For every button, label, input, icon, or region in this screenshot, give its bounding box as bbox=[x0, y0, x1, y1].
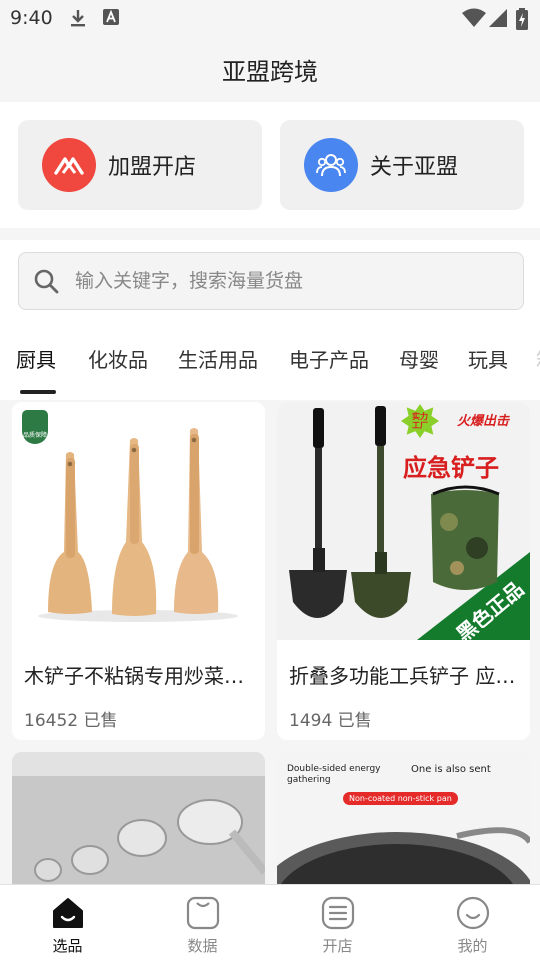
tab-kitchenware[interactable]: 厨具 bbox=[16, 344, 56, 373]
title-bar: 亚盟跨境 bbox=[0, 36, 540, 102]
product-card[interactable]: 实力工厂 火爆出击 应急铲子 黑色正品 折叠多功能工兵铲子 应急铲子 1494 … bbox=[277, 402, 530, 740]
status-time: 9:40 bbox=[10, 7, 53, 29]
product-card[interactable]: 品质保障 木铲子不粘锅专用炒菜木铲 16452 已售 bbox=[12, 402, 265, 740]
search-input[interactable] bbox=[75, 270, 495, 292]
nav-select-products[interactable]: 选品 bbox=[0, 885, 135, 960]
about-label: 关于亚盟 bbox=[370, 155, 459, 180]
emergency-shovel-text: 应急铲子 bbox=[403, 454, 499, 482]
tab-electronics[interactable]: 电子产品 bbox=[289, 344, 369, 373]
join-store-label: 加盟开店 bbox=[108, 155, 197, 180]
smile-icon bbox=[456, 896, 489, 930]
category-tabs: 厨具 化妆品 生活用品 电子产品 母婴 玩具 箱 bbox=[0, 336, 540, 398]
pan-extra-text: One is also sent bbox=[411, 764, 491, 775]
nav-me[interactable]: 我的 bbox=[405, 885, 540, 960]
product-image bbox=[12, 752, 265, 884]
quality-badge-text: 品质保障 bbox=[22, 432, 47, 439]
bag-icon bbox=[186, 896, 219, 930]
active-tab-indicator bbox=[20, 390, 56, 394]
nav-label: 开店 bbox=[322, 937, 353, 955]
nav-data[interactable]: 数据 bbox=[135, 885, 270, 960]
product-sold-count: 16452 已售 bbox=[24, 711, 118, 731]
list-icon bbox=[321, 896, 354, 930]
status-bar: 9:40 bbox=[0, 0, 540, 36]
nav-label: 我的 bbox=[457, 937, 488, 955]
tab-baby[interactable]: 母婴 bbox=[399, 344, 439, 373]
product-sold-count: 1494 已售 bbox=[289, 711, 372, 731]
pan-feature-text: Double-sided energy gathering bbox=[287, 764, 381, 785]
search-and-tabs: 厨具 化妆品 生活用品 电子产品 母婴 玩具 箱 bbox=[0, 240, 540, 400]
page-title: 亚盟跨境 bbox=[222, 57, 318, 86]
pan-coating-pill: Non-coated non-stick pan bbox=[343, 792, 458, 805]
hot-sale-text: 火爆出击 bbox=[457, 414, 510, 429]
home-icon bbox=[52, 898, 83, 928]
product-name: 折叠多功能工兵铲子 应急铲子 bbox=[289, 664, 517, 688]
product-image: Double-sided energy gathering One is als… bbox=[277, 752, 530, 884]
product-image: 实力工厂 火爆出击 应急铲子 黑色正品 bbox=[277, 402, 530, 640]
search-icon bbox=[34, 269, 59, 294]
about-button[interactable]: 关于亚盟 bbox=[280, 120, 524, 210]
tab-cosmetics[interactable]: 化妆品 bbox=[88, 344, 148, 373]
tab-more-cutoff[interactable]: 箱 bbox=[536, 344, 540, 373]
product-card[interactable] bbox=[12, 752, 265, 884]
product-grid: 品质保障 木铲子不粘锅专用炒菜木铲 16452 已售 实力工厂 火爆出击 应急铲… bbox=[0, 400, 540, 884]
product-name: 木铲子不粘锅专用炒菜木铲 bbox=[24, 664, 252, 688]
mountain-logo-icon bbox=[42, 138, 96, 192]
group-icon bbox=[304, 138, 358, 192]
tab-toys[interactable]: 玩具 bbox=[468, 344, 508, 373]
quick-actions: 加盟开店 关于亚盟 bbox=[0, 102, 540, 228]
tab-daily-goods[interactable]: 生活用品 bbox=[178, 344, 258, 373]
nav-label: 选品 bbox=[52, 937, 83, 955]
wifi-icon bbox=[462, 8, 486, 27]
signal-icon bbox=[489, 9, 507, 27]
bottom-nav: 选品 数据 开店 我的 bbox=[0, 884, 540, 960]
search-bar[interactable] bbox=[18, 252, 524, 310]
join-store-button[interactable]: 加盟开店 bbox=[18, 120, 262, 210]
nav-open-store[interactable]: 开店 bbox=[270, 885, 405, 960]
font-icon bbox=[103, 9, 119, 25]
quality-badge-icon: 品质保障 bbox=[22, 410, 48, 444]
factory-badge-text: 实力工厂 bbox=[412, 412, 428, 430]
battery-icon bbox=[516, 8, 528, 30]
nav-label: 数据 bbox=[187, 937, 218, 955]
product-card[interactable]: Double-sided energy gathering One is als… bbox=[277, 752, 530, 884]
download-icon bbox=[71, 10, 85, 27]
product-image: 品质保障 bbox=[12, 402, 265, 640]
